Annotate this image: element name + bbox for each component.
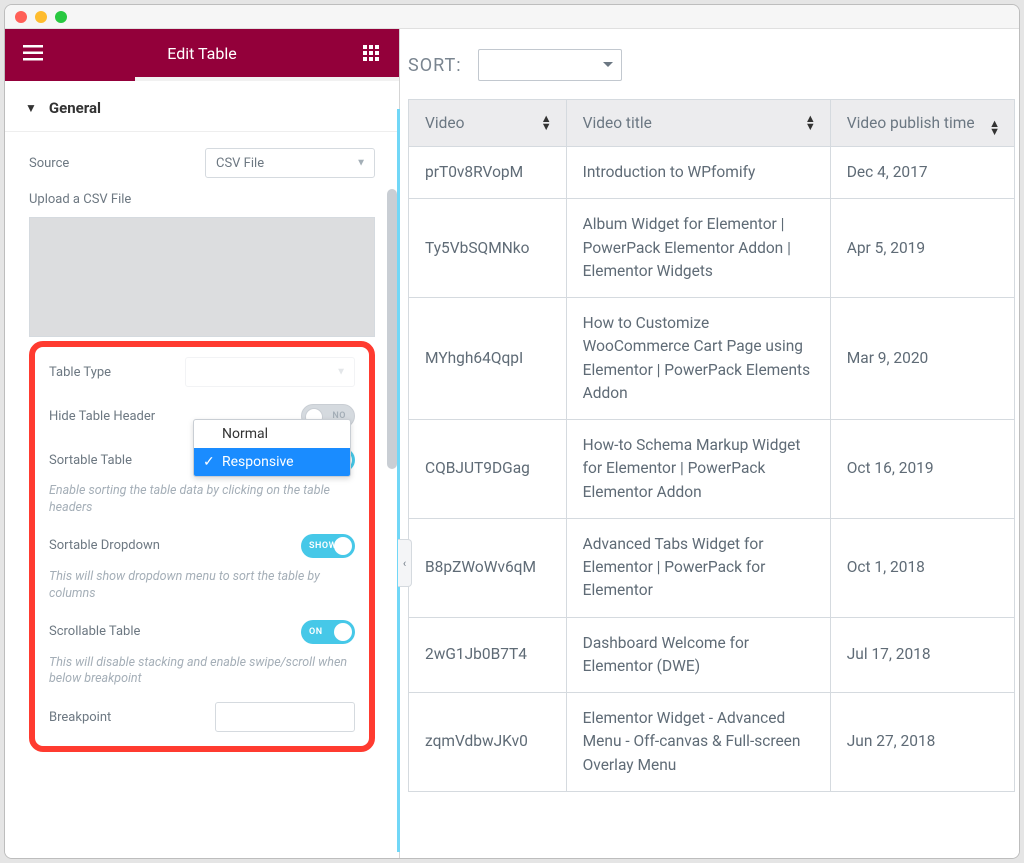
table-type-select[interactable]: ▼: [185, 357, 355, 387]
toggle-state: ON: [309, 627, 323, 637]
cell-video: prT0v8RVopM: [409, 147, 567, 199]
source-label: Source: [29, 156, 69, 171]
cell-date: Jul 17, 2018: [830, 617, 1014, 693]
scrollable-toggle[interactable]: ON: [301, 620, 355, 644]
cell-title: Dashboard Welcome for Elementor (DWE): [566, 617, 830, 693]
sort-icon: ▲▼: [989, 120, 1000, 136]
cell-date: Oct 1, 2018: [830, 518, 1014, 617]
sidebar-header: Edit Table: [5, 29, 399, 77]
breakpoint-input[interactable]: [215, 702, 355, 732]
cell-title: Advanced Tabs Widget for Elementor | Pow…: [566, 518, 830, 617]
col-header-date[interactable]: Video publish time ▲▼: [830, 100, 1014, 147]
breakpoint-row: Breakpoint: [49, 702, 355, 732]
sort-icon: ▲▼: [805, 115, 816, 131]
cell-video: CQBJUT9DGag: [409, 420, 567, 519]
sortable-dropdown-label: Sortable Dropdown: [49, 538, 160, 553]
editor-sidebar: Edit Table ▼ General Source: [5, 29, 400, 858]
chevron-down-icon: ▼: [356, 158, 366, 169]
source-value: CSV File: [216, 156, 264, 171]
col-header-video-label: Video: [425, 114, 464, 132]
table-row: zqmVdbwJKv0 Elementor Widget - Advanced …: [409, 693, 1015, 792]
upload-label: Upload a CSV File: [29, 192, 375, 207]
toggle-knob: [334, 537, 352, 555]
cell-title: Elementor Widget - Advanced Menu - Off-c…: [566, 693, 830, 792]
cell-video: Ty5VbSQMNko: [409, 199, 567, 298]
table-type-option-responsive[interactable]: Responsive: [194, 448, 350, 476]
cell-title: Introduction to WPfomify: [566, 147, 830, 199]
scrollable-label: Scrollable Table: [49, 624, 140, 639]
sortable-label: Sortable Table: [49, 453, 132, 468]
cell-date: Dec 4, 2017: [830, 147, 1014, 199]
table-row: CQBJUT9DGag How-to Schema Markup Widget …: [409, 420, 1015, 519]
highlighted-settings: Table Type ▼ Hide Table Header NO: [29, 341, 375, 752]
sort-select[interactable]: [478, 49, 622, 81]
table-row: Ty5VbSQMNko Album Widget for Elementor |…: [409, 199, 1015, 298]
app-body: Edit Table ▼ General Source: [5, 29, 1019, 858]
col-header-video[interactable]: Video ▲▼: [409, 100, 567, 147]
cell-date: Apr 5, 2019: [830, 199, 1014, 298]
table-type-dropdown: Normal Responsive: [193, 419, 351, 477]
table-header-row: Video ▲▼ Video title ▲▼ Video publish ti…: [409, 100, 1015, 147]
table-row: prT0v8RVopM Introduction to WPfomify Dec…: [409, 147, 1015, 199]
scrollbar[interactable]: [387, 189, 397, 469]
preview-panel: ‹ SORT: Video ▲▼ Video title ▲▼: [400, 29, 1019, 858]
cell-video: zqmVdbwJKv0: [409, 693, 567, 792]
table-type-option-normal[interactable]: Normal: [194, 420, 350, 448]
table-type-label: Table Type: [49, 365, 111, 380]
cell-title: How to Customize WooCommerce Cart Page u…: [566, 298, 830, 420]
cell-title: How-to Schema Markup Widget for Elemento…: [566, 420, 830, 519]
upload-row: Upload a CSV File: [29, 192, 375, 337]
col-header-title-label: Video title: [583, 114, 652, 132]
sortable-dropdown-desc: This will show dropdown menu to sort the…: [49, 569, 355, 603]
widgets-button[interactable]: [351, 33, 391, 73]
sort-label: SORT:: [408, 55, 462, 76]
col-header-date-label: Video publish time: [847, 114, 975, 132]
cell-title: Album Widget for Elementor | PowerPack E…: [566, 199, 830, 298]
sort-icon: ▲▼: [541, 115, 552, 131]
cell-video: B8pZWoWv6qM: [409, 518, 567, 617]
hide-header-label: Hide Table Header: [49, 409, 155, 424]
cell-video: MYhgh64QqpI: [409, 298, 567, 420]
titlebar: [5, 5, 1019, 29]
caret-down-icon: ▼: [25, 101, 37, 115]
table-row: MYhgh64QqpI How to Customize WooCommerce…: [409, 298, 1015, 420]
sort-row: SORT:: [408, 49, 1015, 81]
toggle-knob: [334, 623, 352, 641]
sortable-dropdown-toggle[interactable]: SHOW: [301, 534, 355, 558]
scrollable-desc: This will disable stacking and enable sw…: [49, 655, 355, 689]
chevron-down-icon: ▼: [336, 367, 346, 378]
source-row: Source CSV File ▼: [29, 148, 375, 178]
cell-video: 2wG1Jb0B7T4: [409, 617, 567, 693]
breakpoint-label: Breakpoint: [49, 710, 111, 725]
window-maximize-button[interactable]: [55, 11, 67, 23]
panel-collapse-handle[interactable]: ‹: [398, 539, 412, 587]
cell-date: Oct 16, 2019: [830, 420, 1014, 519]
preview-table: Video ▲▼ Video title ▲▼ Video publish ti…: [408, 99, 1015, 792]
source-select[interactable]: CSV File ▼: [205, 148, 375, 178]
scrollable-row: Scrollable Table ON: [49, 617, 355, 647]
table-row: 2wG1Jb0B7T4 Dashboard Welcome for Elemen…: [409, 617, 1015, 693]
element-edge-highlight: [397, 109, 400, 852]
menu-button[interactable]: [13, 33, 53, 73]
window-minimize-button[interactable]: [35, 11, 47, 23]
section-general-header[interactable]: ▼ General: [5, 81, 399, 132]
cell-date: Jun 27, 2018: [830, 693, 1014, 792]
app-window: Edit Table ▼ General Source: [4, 4, 1020, 859]
upload-dropzone[interactable]: [29, 217, 375, 337]
table-row: B8pZWoWv6qM Advanced Tabs Widget for Ele…: [409, 518, 1015, 617]
toggle-state: SHOW: [309, 541, 337, 551]
cell-date: Mar 9, 2020: [830, 298, 1014, 420]
section-general-label: General: [49, 99, 101, 117]
sortable-dropdown-row: Sortable Dropdown SHOW: [49, 531, 355, 561]
table-type-row: Table Type ▼: [49, 357, 355, 387]
table-body: prT0v8RVopM Introduction to WPfomify Dec…: [409, 147, 1015, 792]
sortable-desc: Enable sorting the table data by clickin…: [49, 483, 355, 517]
window-close-button[interactable]: [15, 11, 27, 23]
col-header-title[interactable]: Video title ▲▼: [566, 100, 830, 147]
sidebar-title: Edit Table: [53, 44, 351, 63]
